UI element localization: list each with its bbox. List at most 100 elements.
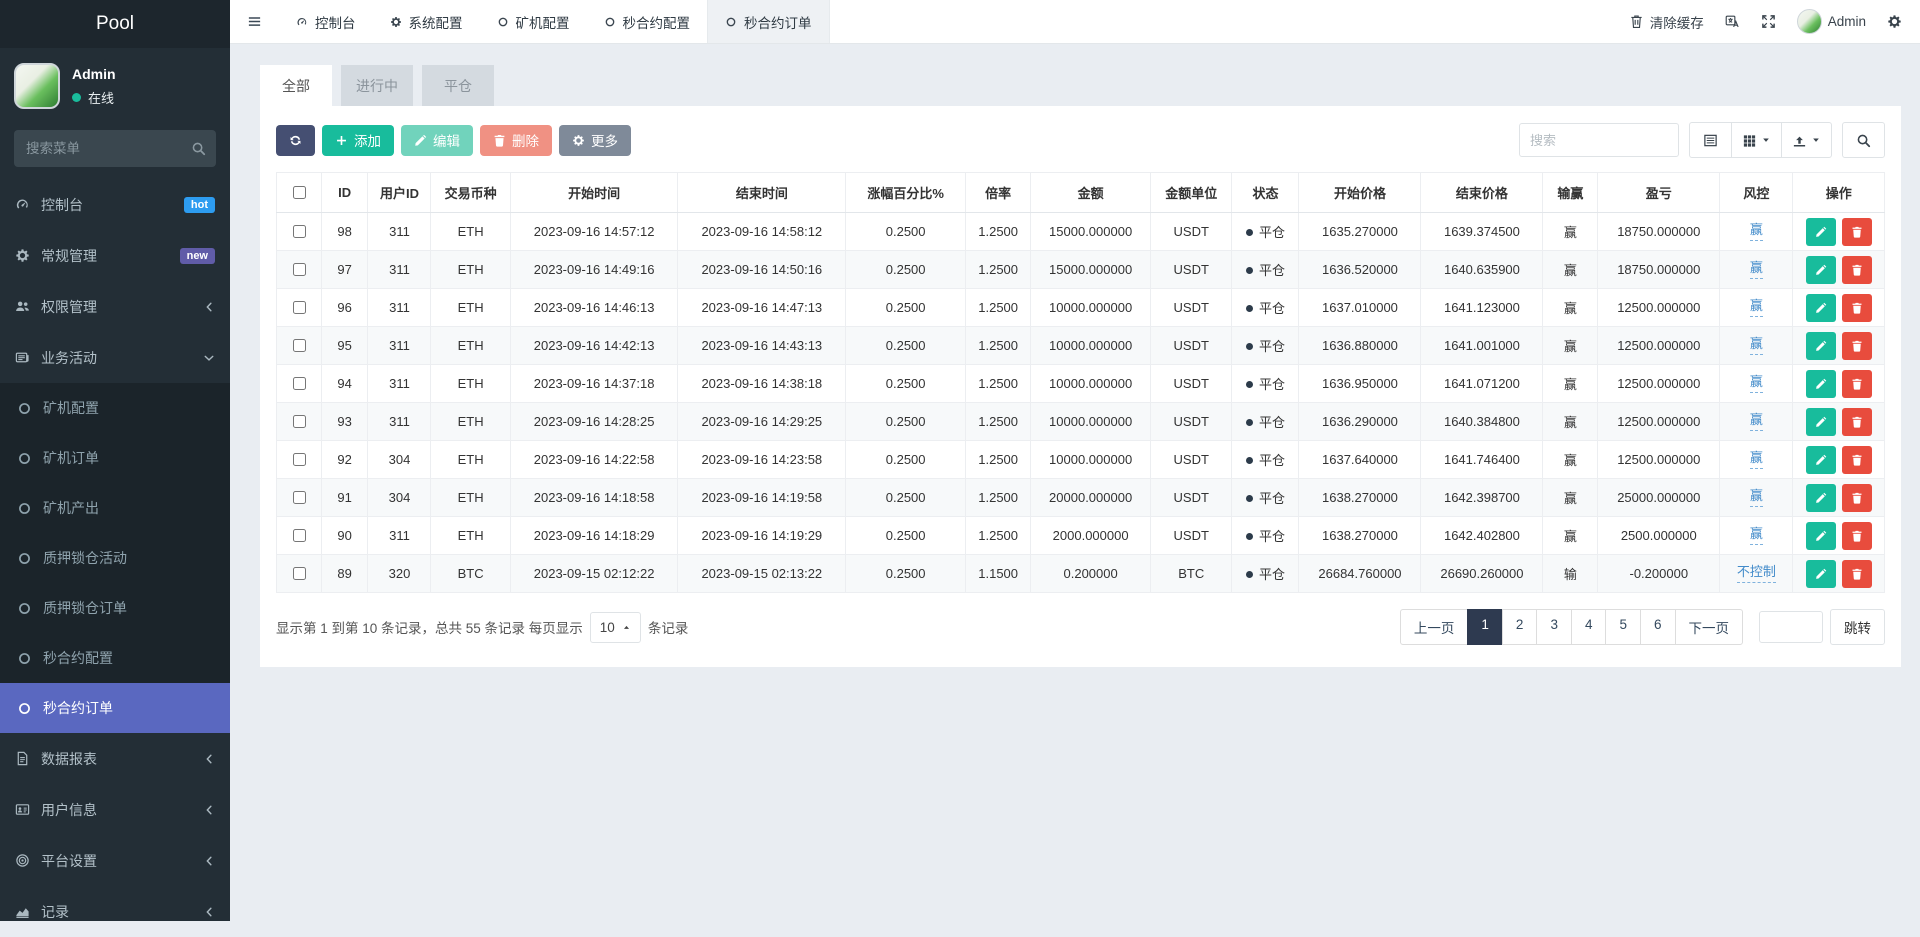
select-all-checkbox[interactable] xyxy=(293,186,306,199)
page-number-button[interactable]: 5 xyxy=(1605,609,1641,645)
row-checkbox[interactable] xyxy=(293,301,306,314)
edit-button[interactable]: 编辑 xyxy=(401,125,473,156)
app-logo[interactable]: Pool xyxy=(0,0,230,48)
risk-control-link[interactable]: 赢 xyxy=(1750,298,1763,316)
filter-tab[interactable]: 全部 xyxy=(260,65,332,106)
topbar-tab[interactable]: 控制台 xyxy=(279,0,373,43)
cell-user-id: 320 xyxy=(368,555,431,593)
sidebar-subitem[interactable]: 矿机订单 xyxy=(0,433,230,483)
filter-tab[interactable]: 平仓 xyxy=(422,65,494,106)
sidebar-subitem[interactable]: 质押锁仓活动 xyxy=(0,533,230,583)
row-edit-button[interactable] xyxy=(1806,294,1836,322)
row-checkbox[interactable] xyxy=(293,377,306,390)
row-edit-button[interactable] xyxy=(1806,560,1836,588)
cell-open-price: 1636.880000 xyxy=(1299,327,1421,365)
row-delete-button[interactable] xyxy=(1842,256,1872,284)
page-number-button[interactable]: 6 xyxy=(1640,609,1676,645)
row-edit-button[interactable] xyxy=(1806,332,1836,360)
hamburger-button[interactable] xyxy=(230,0,279,43)
risk-control-link[interactable]: 赢 xyxy=(1750,336,1763,354)
row-delete-button[interactable] xyxy=(1842,408,1872,436)
column-header: 结束价格 xyxy=(1421,173,1543,213)
cell-amount: 10000.000000 xyxy=(1031,365,1151,403)
detail-view-button[interactable] xyxy=(1689,122,1732,158)
columns-button[interactable] xyxy=(1731,122,1782,158)
prev-page-button[interactable]: 上一页 xyxy=(1400,609,1469,645)
row-edit-button[interactable] xyxy=(1806,484,1836,512)
row-delete-button[interactable] xyxy=(1842,484,1872,512)
sidebar-item[interactable]: 控制台hot xyxy=(0,179,230,230)
row-edit-button[interactable] xyxy=(1806,446,1836,474)
page-number-button[interactable]: 2 xyxy=(1502,609,1538,645)
search-button[interactable] xyxy=(1842,122,1885,158)
sidebar-item[interactable]: 记录 xyxy=(0,886,230,937)
row-delete-button[interactable] xyxy=(1842,560,1872,588)
row-delete-button[interactable] xyxy=(1842,446,1872,474)
topbar-tab[interactable]: 系统配置 xyxy=(373,0,480,43)
row-edit-button[interactable] xyxy=(1806,218,1836,246)
row-checkbox[interactable] xyxy=(293,415,306,428)
page-number-button[interactable]: 4 xyxy=(1571,609,1607,645)
page-size-select[interactable]: 10 xyxy=(590,612,641,643)
sidebar-subitem[interactable]: 质押锁仓订单 xyxy=(0,583,230,633)
more-button[interactable]: 更多 xyxy=(559,125,631,156)
sidebar-item[interactable]: 平台设置 xyxy=(0,835,230,886)
table-search-input[interactable] xyxy=(1519,123,1679,157)
sidebar-subitem[interactable]: 秒合约订单 xyxy=(0,683,230,733)
page-number-button[interactable]: 3 xyxy=(1536,609,1572,645)
row-checkbox[interactable] xyxy=(293,491,306,504)
risk-control-link[interactable]: 不控制 xyxy=(1737,564,1776,582)
delete-button[interactable]: 删除 xyxy=(480,125,552,156)
topbar-tab[interactable]: 秒合约订单 xyxy=(707,0,830,43)
sidebar-item[interactable]: 常规管理new xyxy=(0,230,230,281)
circle-icon xyxy=(497,16,509,28)
row-delete-button[interactable] xyxy=(1842,522,1872,550)
status-dot-icon xyxy=(1246,419,1253,426)
sidebar-subitem[interactable]: 矿机产出 xyxy=(0,483,230,533)
row-checkbox[interactable] xyxy=(293,263,306,276)
row-edit-button[interactable] xyxy=(1806,370,1836,398)
row-checkbox[interactable] xyxy=(293,225,306,238)
next-page-button[interactable]: 下一页 xyxy=(1675,609,1744,645)
jump-button[interactable]: 跳转 xyxy=(1830,609,1885,645)
risk-control-link[interactable]: 赢 xyxy=(1750,412,1763,430)
risk-control-link[interactable]: 赢 xyxy=(1750,260,1763,278)
row-checkbox[interactable] xyxy=(293,339,306,352)
topbar-tab[interactable]: 秒合约配置 xyxy=(587,0,708,43)
row-delete-button[interactable] xyxy=(1842,218,1872,246)
sidebar-item[interactable]: 权限管理 xyxy=(0,281,230,332)
settings-button[interactable] xyxy=(1887,14,1902,29)
risk-control-link[interactable]: 赢 xyxy=(1750,488,1763,506)
topbar-tab[interactable]: 矿机配置 xyxy=(480,0,587,43)
language-button[interactable] xyxy=(1725,14,1740,29)
page-number-button[interactable]: 1 xyxy=(1467,609,1503,645)
avatar[interactable] xyxy=(14,63,60,109)
sidebar-item[interactable]: 数据报表 xyxy=(0,733,230,784)
refresh-button[interactable] xyxy=(276,125,315,156)
sidebar-item[interactable]: 用户信息 xyxy=(0,784,230,835)
sidebar-item[interactable]: 业务活动 xyxy=(0,332,230,383)
row-checkbox[interactable] xyxy=(293,567,306,580)
risk-control-link[interactable]: 赢 xyxy=(1750,450,1763,468)
user-menu[interactable]: Admin xyxy=(1797,9,1866,34)
sidebar-subitem[interactable]: 秒合约配置 xyxy=(0,633,230,683)
row-delete-button[interactable] xyxy=(1842,370,1872,398)
row-delete-button[interactable] xyxy=(1842,294,1872,322)
jump-page-input[interactable] xyxy=(1759,611,1823,643)
row-checkbox[interactable] xyxy=(293,529,306,542)
add-button[interactable]: 添加 xyxy=(322,125,394,156)
menu-search-input[interactable] xyxy=(14,130,216,167)
row-edit-button[interactable] xyxy=(1806,408,1836,436)
risk-control-link[interactable]: 赢 xyxy=(1750,374,1763,392)
row-edit-button[interactable] xyxy=(1806,522,1836,550)
risk-control-link[interactable]: 赢 xyxy=(1750,526,1763,544)
filter-tab[interactable]: 进行中 xyxy=(341,65,413,106)
row-checkbox[interactable] xyxy=(293,453,306,466)
row-edit-button[interactable] xyxy=(1806,256,1836,284)
clear-cache-button[interactable]: 清除缓存 xyxy=(1629,12,1704,32)
risk-control-link[interactable]: 赢 xyxy=(1750,222,1763,240)
export-button[interactable] xyxy=(1781,122,1832,158)
sidebar-subitem[interactable]: 矿机配置 xyxy=(0,383,230,433)
row-delete-button[interactable] xyxy=(1842,332,1872,360)
fullscreen-button[interactable] xyxy=(1761,14,1776,29)
